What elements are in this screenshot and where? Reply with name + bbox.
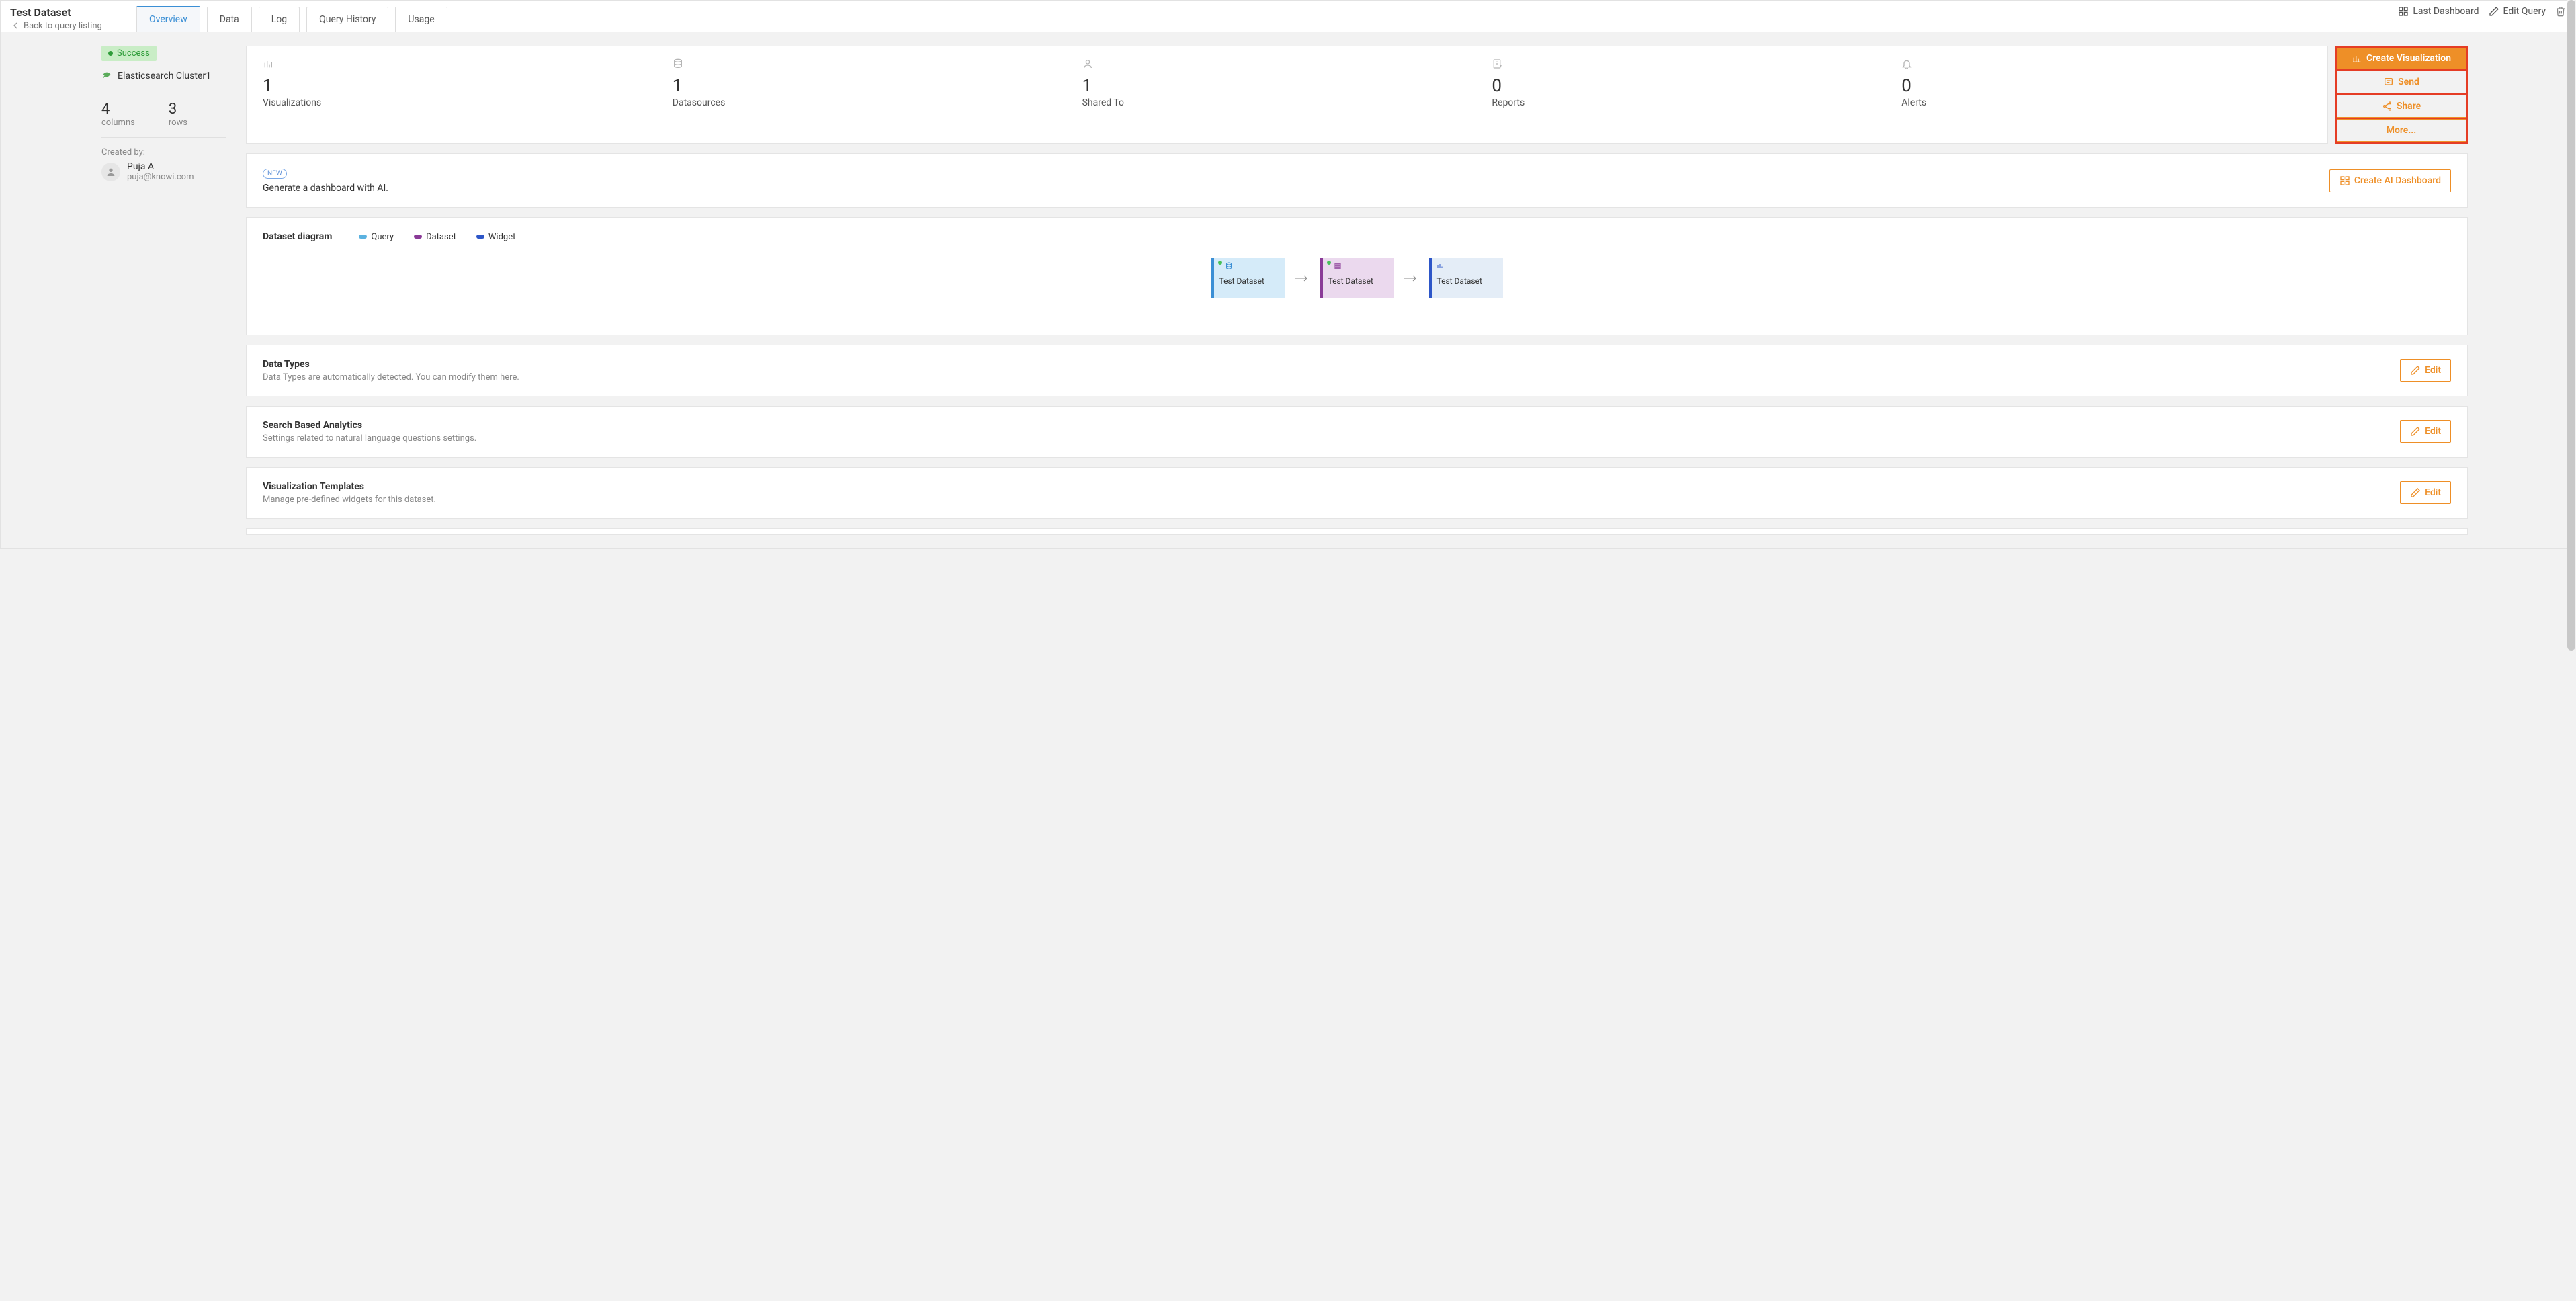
search-analytics-card: Search Based Analytics Settings related … (246, 406, 2468, 458)
user-email: puja@knowi.com (127, 172, 194, 182)
columns-value: 4 (101, 101, 135, 118)
chevron-left-icon (10, 20, 21, 31)
user-name: Puja A (127, 161, 194, 172)
stat-visualizations-value: 1 (263, 76, 673, 96)
arrow-right-icon (1295, 274, 1311, 282)
data-types-sub: Data Types are automatically detected. Y… (263, 372, 519, 382)
pencil-icon (2410, 426, 2421, 437)
edit-query-button[interactable]: Edit Query (2489, 6, 2546, 17)
tab-log[interactable]: Log (259, 7, 300, 32)
datasource-link[interactable]: Elasticsearch Cluster1 (101, 71, 226, 81)
status-dot-icon (1327, 261, 1331, 265)
partial-card (246, 528, 2468, 535)
stats-card: 1 Visualizations 1 Datasources 1 Shared … (246, 46, 2328, 144)
sidebar: Success Elasticsearch Cluster1 4 columns… (1, 32, 246, 548)
rows-label: rows (169, 118, 187, 128)
tab-data[interactable]: Data (207, 7, 252, 32)
create-ai-dashboard-button[interactable]: Create AI Dashboard (2329, 169, 2451, 192)
bell-icon (1901, 58, 1912, 69)
arrow-right-icon (1404, 274, 1420, 282)
more-button[interactable]: More... (2337, 119, 2466, 142)
viz-templates-card: Visualization Templates Manage pre-defin… (246, 467, 2468, 519)
stat-datasources-label: Datasources (673, 97, 1082, 108)
new-badge: NEW (263, 169, 287, 179)
stat-visualizations-label: Visualizations (263, 97, 673, 108)
edit-data-types-button[interactable]: Edit (2400, 359, 2451, 382)
stat-alerts-value: 0 (1901, 76, 2311, 96)
status-dot-icon (1218, 261, 1222, 265)
creator-info: Puja A puja@knowi.com (101, 161, 226, 182)
avatar (101, 163, 120, 181)
stat-datasources-value: 1 (673, 76, 1082, 96)
elasticsearch-icon (101, 71, 112, 81)
tabs: Overview Data Log Query History Usage (136, 6, 2398, 32)
back-link-label: Back to query listing (24, 21, 102, 31)
topbar: Test Dataset Back to query listing Overv… (1, 1, 2575, 32)
user-icon (105, 167, 116, 177)
send-icon (2383, 77, 2394, 87)
share-icon (2382, 101, 2393, 112)
tab-usage[interactable]: Usage (395, 7, 447, 32)
database-icon (673, 58, 683, 69)
created-by-label: Created by: (101, 147, 226, 157)
tab-overview[interactable]: Overview (136, 6, 200, 32)
dashboard-icon (2339, 175, 2350, 186)
ai-text: Generate a dashboard with AI. (263, 183, 388, 194)
diagram-title: Dataset diagram (263, 231, 332, 242)
ai-dashboard-card: NEW Generate a dashboard with AI. Create… (246, 153, 2468, 208)
scrollbar[interactable] (2567, 0, 2576, 1301)
chart-icon (2352, 53, 2362, 64)
data-types-card: Data Types Data Types are automatically … (246, 345, 2468, 396)
rows-value: 3 (169, 101, 187, 118)
diagram-node-dataset[interactable]: Test Dataset (1320, 258, 1394, 298)
chart-icon (263, 58, 273, 69)
legend-dataset: Dataset (414, 232, 456, 242)
legend-widget: Widget (476, 232, 515, 242)
edit-search-button[interactable]: Edit (2400, 420, 2451, 443)
status-dot-icon (108, 51, 113, 56)
stat-alerts-label: Alerts (1901, 97, 2311, 108)
diagram-node-query[interactable]: Test Dataset (1211, 258, 1285, 298)
stat-reports-label: Reports (1492, 97, 1901, 108)
last-dashboard-button[interactable]: Last Dashboard (2398, 6, 2479, 17)
status-badge: Success (101, 46, 157, 61)
action-panel: Create Visualization Send Share More... (2335, 46, 2468, 144)
database-icon (1225, 262, 1233, 270)
dashboard-icon (2398, 6, 2409, 17)
pencil-icon (2410, 487, 2421, 498)
page-title: Test Dataset (10, 6, 118, 19)
user-icon (1082, 58, 1093, 69)
table-icon (1334, 262, 1342, 270)
back-link[interactable]: Back to query listing (10, 20, 118, 31)
diagram-card: Dataset diagram Query Dataset Widget Tes… (246, 217, 2468, 335)
legend-query: Query (359, 232, 394, 242)
delete-button[interactable] (2555, 6, 2566, 17)
search-sub: Settings related to natural language que… (263, 433, 476, 444)
stat-shared-value: 1 (1082, 76, 1492, 96)
edit-viz-templates-button[interactable]: Edit (2400, 481, 2451, 504)
columns-label: columns (101, 118, 135, 128)
stat-shared-label: Shared To (1082, 97, 1492, 108)
diagram-node-widget[interactable]: Test Dataset (1429, 258, 1503, 298)
report-icon (1492, 58, 1502, 69)
share-button[interactable]: Share (2337, 95, 2466, 118)
tab-query-history[interactable]: Query History (306, 7, 388, 32)
stat-reports-value: 0 (1492, 76, 1901, 96)
chart-icon (1436, 262, 1444, 270)
send-button[interactable]: Send (2337, 71, 2466, 93)
trash-icon (2555, 6, 2566, 17)
viz-templates-title: Visualization Templates (263, 481, 436, 492)
scrollbar-thumb[interactable] (2567, 0, 2575, 650)
pencil-icon (2410, 365, 2421, 376)
main-content: 1 Visualizations 1 Datasources 1 Shared … (246, 32, 2575, 548)
pencil-icon (2489, 6, 2499, 17)
search-title: Search Based Analytics (263, 420, 476, 431)
viz-templates-sub: Manage pre-defined widgets for this data… (263, 495, 436, 505)
create-visualization-button[interactable]: Create Visualization (2337, 48, 2466, 69)
data-types-title: Data Types (263, 359, 519, 370)
